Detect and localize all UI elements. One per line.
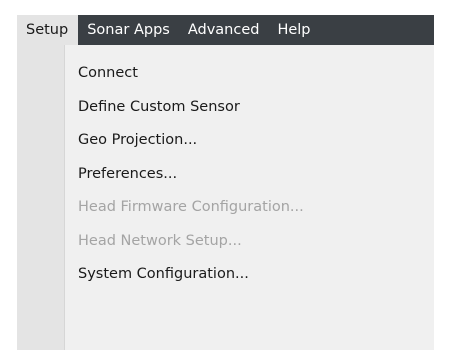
menu-item-head-firmware-configuration: Head Firmware Configuration... xyxy=(78,199,304,215)
menu-advanced[interactable]: Advanced xyxy=(179,15,269,45)
setup-menu-list: Connect Define Custom Sensor Geo Project… xyxy=(65,59,434,294)
menu-item-head-network-setup: Head Network Setup... xyxy=(78,232,242,249)
menu-bar: Setup Sonar Apps Advanced Help xyxy=(17,15,434,45)
menu-icon-gutter xyxy=(17,45,65,350)
menu-item-connect[interactable]: Connect xyxy=(65,59,434,93)
menu-item-preferences[interactable]: Preferences... xyxy=(65,160,434,194)
menu-sonar-apps[interactable]: Sonar Apps xyxy=(78,15,179,45)
menu-setup[interactable]: Setup xyxy=(17,15,79,45)
menu-item-define-custom-sensor[interactable]: Define Custom Sensor xyxy=(65,93,434,127)
menu-item-geo-projection[interactable]: Geo Projection... xyxy=(65,126,434,160)
menu-help[interactable]: Help xyxy=(268,15,319,45)
menu-item-system-configuration[interactable]: System Configuration... xyxy=(65,260,434,294)
